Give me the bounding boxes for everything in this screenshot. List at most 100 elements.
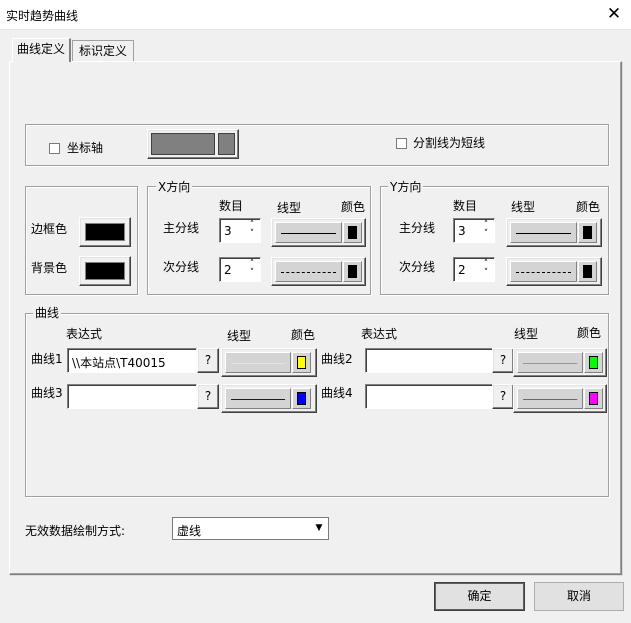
spinner-arrows-icon[interactable]: ˄ ˅ <box>480 260 492 279</box>
y-major-linetype-button[interactable] <box>506 218 602 247</box>
y-count-header: 数目 <box>453 199 478 213</box>
curve2-color-swatch <box>589 356 598 369</box>
border-color-label: 边框色 <box>31 222 68 236</box>
y-minor-color-swatch <box>583 265 592 278</box>
x-major-linetype-button[interactable] <box>271 218 366 247</box>
curve-color-header-left: 颜色 <box>291 328 316 342</box>
curve2-expression-input[interactable] <box>365 348 493 373</box>
short-divider-label: 分割线为短线 <box>413 136 486 150</box>
curve1-label: 曲线1 <box>31 352 63 366</box>
curve-expr-header-left: 表达式 <box>66 327 103 341</box>
y-color-header: 颜色 <box>576 200 601 214</box>
curve4-browse-button[interactable]: ? <box>492 384 514 409</box>
tab-marker-definition[interactable]: 标识定义 <box>72 40 134 62</box>
y-major-line-preview <box>510 222 577 243</box>
axis-checkbox-label: 坐标轴 <box>67 141 104 155</box>
y-major-count-spinner[interactable]: 3 ˄ ˅ <box>453 218 495 243</box>
y-major-color-swatch <box>583 226 592 239</box>
cancel-button[interactable]: 取消 <box>534 582 624 611</box>
line-sample <box>516 272 571 273</box>
curve2-browse-button[interactable]: ? <box>492 348 514 373</box>
curve2-linetype-button[interactable] <box>513 348 607 377</box>
y-major-color-button[interactable] <box>578 222 597 243</box>
y-major-label: 主分线 <box>399 221 436 235</box>
x-minor-color-button[interactable] <box>343 261 362 282</box>
curve3-linetype-button[interactable] <box>221 384 317 413</box>
curve4-color-swatch <box>589 392 598 405</box>
x-major-count-spinner[interactable]: 3 ˄ ˅ <box>219 218 261 243</box>
y-minor-linetype-button[interactable] <box>506 257 602 286</box>
axis-group <box>25 124 609 166</box>
line-sample <box>523 363 577 364</box>
curve2-label: 曲线2 <box>321 352 353 366</box>
ok-button[interactable]: 确定 <box>434 582 525 611</box>
curve1-color-swatch <box>297 356 306 369</box>
axis-checkbox[interactable] <box>49 143 60 154</box>
curve-color-header-right: 颜色 <box>577 326 602 340</box>
curve1-browse-button[interactable]: ? <box>197 348 219 373</box>
x-minor-linetype-button[interactable] <box>271 257 366 286</box>
y-major-count: 3 <box>458 224 466 238</box>
curve1-expression: \\本站点\T40015 <box>72 356 166 370</box>
curve2-line-preview <box>517 352 583 373</box>
y-minor-line-preview <box>510 261 577 282</box>
curve3-label: 曲线3 <box>31 386 63 400</box>
spinner-arrows-icon[interactable]: ˄ ˅ <box>246 221 258 240</box>
curve3-color-swatch <box>297 392 306 405</box>
close-icon[interactable]: ✕ <box>604 4 624 24</box>
line-sample <box>281 233 336 234</box>
line-sample <box>231 399 285 400</box>
curve4-expression-input[interactable] <box>365 384 493 409</box>
curve-linetype-header-right: 线型 <box>514 327 539 341</box>
y-direction-title: Y方向 <box>388 180 424 194</box>
short-divider-checkbox[interactable] <box>396 138 407 149</box>
x-minor-count-spinner[interactable]: 2 ˄ ˅ <box>219 257 261 282</box>
spinner-arrows-icon[interactable]: ˄ ˅ <box>246 260 258 279</box>
x-major-count: 3 <box>224 224 232 238</box>
spinner-arrows-icon[interactable]: ˄ ˅ <box>480 221 492 240</box>
curve1-linetype-button[interactable] <box>221 348 317 377</box>
invalid-data-value: 虚线 <box>177 524 202 538</box>
axis-style-button[interactable] <box>147 129 239 159</box>
x-major-line-preview <box>275 222 342 243</box>
x-major-color-button[interactable] <box>343 222 362 243</box>
x-major-label: 主分线 <box>163 221 200 235</box>
curve-expr-header-right: 表达式 <box>361 327 398 341</box>
x-count-header: 数目 <box>219 199 244 213</box>
bg-color-button[interactable] <box>79 256 131 286</box>
x-major-color-swatch <box>348 226 357 239</box>
y-minor-color-button[interactable] <box>578 261 597 282</box>
line-sample <box>231 363 285 364</box>
curve3-expression-input[interactable] <box>67 384 197 409</box>
curve3-line-preview <box>225 388 291 409</box>
chevron-down-icon[interactable]: ▼ <box>311 519 327 538</box>
y-minor-label: 次分线 <box>399 260 436 274</box>
curve4-color-button[interactable] <box>584 388 603 409</box>
curve3-browse-button[interactable]: ? <box>197 384 219 409</box>
y-minor-count: 2 <box>458 263 466 277</box>
curve1-color-button[interactable] <box>292 352 311 373</box>
y-minor-count-spinner[interactable]: 2 ˄ ˅ <box>453 257 495 282</box>
x-direction-title: X方向 <box>156 180 193 194</box>
tab-curve-definition[interactable]: 曲线定义 <box>12 38 71 62</box>
x-minor-label: 次分线 <box>163 260 200 274</box>
curve4-linetype-button[interactable] <box>513 384 607 413</box>
border-color-button[interactable] <box>79 217 131 247</box>
tab-label: 曲线定义 <box>16 42 65 56</box>
x-minor-line-preview <box>275 261 342 282</box>
line-sample <box>523 399 577 400</box>
x-minor-color-swatch <box>348 265 357 278</box>
invalid-data-select[interactable]: 虚线 ▼ <box>172 517 329 540</box>
curve4-label: 曲线4 <box>321 386 353 400</box>
bg-color-label: 背景色 <box>31 261 68 275</box>
line-sample <box>281 272 336 273</box>
invalid-data-label: 无效数据绘制方式: <box>25 524 126 538</box>
border-color-swatch <box>85 223 125 241</box>
window-title: 实时趋势曲线 <box>6 9 79 23</box>
curve3-color-button[interactable] <box>292 388 311 409</box>
curve-linetype-header-left: 线型 <box>227 329 252 343</box>
curve1-expression-input[interactable]: \\本站点\T40015 <box>67 348 197 373</box>
tab-label: 标识定义 <box>78 44 127 58</box>
curve2-color-button[interactable] <box>584 352 603 373</box>
bg-color-swatch <box>85 262 125 280</box>
